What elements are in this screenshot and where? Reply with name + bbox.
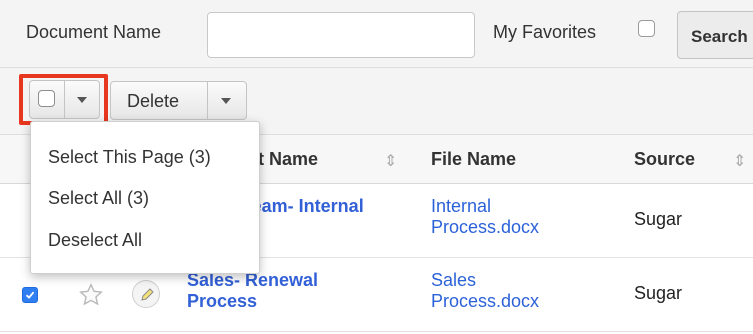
sort-icon[interactable]: ⇕ (384, 151, 397, 171)
search-button[interactable]: Search (677, 11, 753, 59)
menu-item-select-all[interactable]: Select All (3) (48, 188, 149, 209)
document-name-link[interactable]: Team- Internal s (242, 196, 364, 238)
sort-icon[interactable]: ⇕ (733, 151, 746, 171)
document-name-label: Document Name (26, 22, 162, 42)
checkmark-icon (25, 291, 35, 299)
menu-item-deselect-all[interactable]: Deselect All (48, 230, 142, 251)
highlight-annotation (19, 74, 108, 125)
file-name-link[interactable]: Internal Process.docx (431, 196, 539, 238)
search-filter-bar: Document Name My Favorites Search (0, 0, 753, 68)
delete-button[interactable]: Delete (110, 81, 247, 120)
my-favorites-checkbox[interactable] (638, 20, 655, 37)
source-cell: Sugar (634, 209, 683, 229)
chevron-down-icon[interactable] (221, 98, 231, 104)
my-favorites-label: My Favorites (493, 22, 597, 42)
document-name-input[interactable] (207, 12, 475, 58)
column-header-source[interactable]: Source (634, 149, 695, 170)
delete-label: Delete (127, 91, 180, 111)
menu-item-select-this-page[interactable]: Select This Page (3) (48, 147, 211, 168)
column-header-file-name[interactable]: File Name (431, 149, 516, 170)
source-cell: Sugar (634, 283, 683, 303)
file-name-link[interactable]: Sales Process.docx (431, 270, 539, 312)
row-checkbox[interactable] (22, 287, 38, 303)
document-name-link[interactable]: Sales- Renewal Process (187, 270, 318, 312)
mass-select-dropdown-menu: Select This Page (3) Select All (3) Dese… (30, 121, 260, 274)
favorite-star-icon[interactable] (78, 282, 104, 308)
edit-pencil-icon[interactable] (132, 280, 160, 308)
